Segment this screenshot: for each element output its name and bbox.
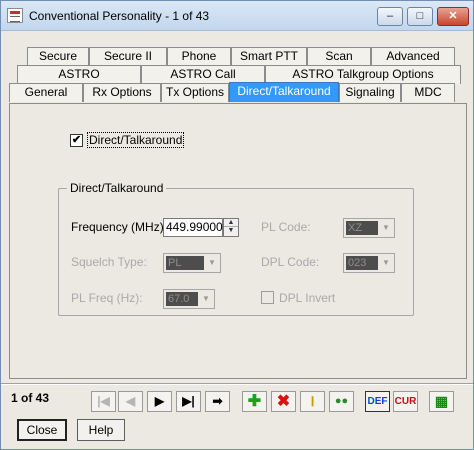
dpl-code-label: DPL Code:: [261, 255, 320, 269]
pl-code-select[interactable]: XZ ▼: [343, 218, 395, 238]
chevron-down-icon: ▼: [382, 223, 390, 232]
chevron-down-icon: ▼: [208, 258, 216, 267]
pl-freq-select[interactable]: 67.0 ▼: [163, 289, 215, 309]
dpl-invert-label: DPL Invert: [279, 291, 336, 305]
direct-talkaround-checkbox[interactable]: ✔: [70, 134, 83, 147]
duplicate-record-button[interactable]: ●●: [329, 391, 354, 412]
default-values-button[interactable]: DEF: [365, 391, 390, 412]
current-values-button[interactable]: CUR: [393, 391, 418, 412]
squelch-type-select[interactable]: PL ▼: [163, 253, 221, 273]
app-icon: [7, 8, 23, 23]
squelch-type-value: PL: [166, 256, 204, 270]
tab-phone[interactable]: Phone: [167, 47, 231, 66]
toolbar-separator: [1, 383, 473, 385]
spin-down-icon[interactable]: ▼: [224, 227, 238, 235]
tab-direct-talkaround[interactable]: Direct/Talkaround: [229, 82, 339, 102]
tab-general[interactable]: General: [9, 83, 83, 102]
direct-talkaround-checkbox-label[interactable]: Direct/Talkaround: [86, 132, 185, 148]
tab-rx-options[interactable]: Rx Options: [83, 83, 161, 102]
tab-mdc[interactable]: MDC: [401, 83, 455, 102]
squelch-type-label: Squelch Type:: [71, 255, 147, 269]
insert-record-button[interactable]: Ⅰ: [300, 391, 325, 412]
frequency-label: Frequency (MHz):: [71, 220, 168, 234]
goto-record-button[interactable]: ➡: [205, 391, 230, 412]
chevron-down-icon: ▼: [202, 294, 210, 303]
pl-code-label: PL Code:: [261, 220, 311, 234]
direct-talkaround-panel: ✔ Direct/Talkaround Direct/Talkaround Fr…: [9, 103, 467, 379]
add-record-button[interactable]: ✚: [242, 391, 267, 412]
frequency-spinner[interactable]: ▲ ▼: [223, 218, 239, 237]
window-title: Conventional Personality - 1 of 43: [29, 9, 210, 23]
tab-signaling[interactable]: Signaling: [339, 83, 401, 102]
minimize-button[interactable]: –: [377, 7, 403, 26]
spin-up-icon[interactable]: ▲: [224, 219, 238, 227]
dpl-invert-checkbox[interactable]: [261, 291, 274, 304]
help-button[interactable]: Help: [77, 419, 125, 441]
tab-astro[interactable]: ASTRO: [17, 65, 141, 84]
pl-freq-value: 67.0: [166, 292, 198, 306]
tab-secure[interactable]: Secure: [27, 47, 89, 66]
dpl-code-select[interactable]: 023 ▼: [343, 253, 395, 273]
tab-secure-ii[interactable]: Secure II: [89, 47, 167, 66]
pl-freq-label: PL Freq (Hz):: [71, 291, 143, 305]
title-bar[interactable]: Conventional Personality - 1 of 43 – □ ✕: [1, 1, 473, 31]
grid-view-button[interactable]: ▦: [429, 391, 454, 412]
direct-talkaround-group: Direct/Talkaround Frequency (MHz): 449.9…: [58, 181, 414, 316]
frequency-input[interactable]: 449.99000: [163, 218, 223, 237]
dpl-code-value: 023: [346, 256, 378, 270]
last-record-button[interactable]: ▶|: [176, 391, 201, 412]
maximize-button[interactable]: □: [407, 7, 433, 26]
prev-record-button[interactable]: ◀: [118, 391, 143, 412]
close-window-button[interactable]: ✕: [437, 7, 469, 26]
chevron-down-icon: ▼: [382, 258, 390, 267]
tab-advanced[interactable]: Advanced: [371, 47, 455, 66]
group-title: Direct/Talkaround: [67, 181, 167, 195]
first-record-button[interactable]: |◀: [91, 391, 116, 412]
delete-record-button[interactable]: ✖: [271, 391, 296, 412]
close-button[interactable]: Close: [17, 419, 67, 441]
record-counter: 1 of 43: [11, 391, 50, 405]
next-record-button[interactable]: ▶: [147, 391, 172, 412]
conventional-personality-window: Conventional Personality - 1 of 43 – □ ✕…: [0, 0, 474, 450]
tab-tx-options[interactable]: Tx Options: [161, 83, 229, 102]
tab-control: Secure Secure II Phone Smart PTT Scan Ad…: [9, 39, 467, 379]
tab-scan[interactable]: Scan: [307, 47, 371, 66]
tab-smart-ptt[interactable]: Smart PTT: [231, 47, 307, 66]
pl-code-value: XZ: [346, 221, 378, 235]
